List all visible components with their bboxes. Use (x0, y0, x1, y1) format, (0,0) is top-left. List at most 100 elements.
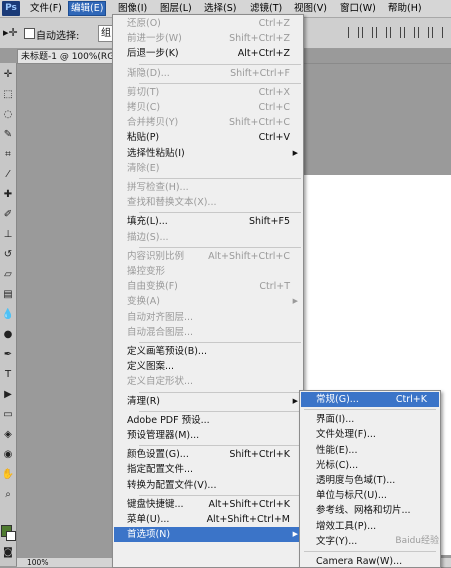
brush-tool-icon[interactable]: ✐ (0, 207, 16, 223)
auto-select-checkbox[interactable] (24, 28, 35, 39)
auto-select-label: 自动选择: (36, 31, 80, 42)
menu-item-定义图案[interactable]: 定义图案... (114, 359, 302, 374)
menu-item-单位与标尺[interactable]: 单位与标尺(U)... (301, 488, 439, 503)
menu-item-界面[interactable]: 界面(I)... (301, 412, 439, 427)
menu-item-后退一步[interactable]: 后退一步(K) Alt+Ctrl+Z (114, 46, 302, 61)
menu-item-label: 参考线、网格和切片... (316, 505, 411, 517)
menu-separator (139, 82, 301, 84)
menu-item-label: 指定配置文件... (127, 464, 194, 476)
background-color-swatch[interactable] (6, 531, 16, 541)
menu-item-透明度与色域[interactable]: 透明度与色域(T)... (301, 473, 439, 488)
menu-item-定义自定形状[interactable]: 定义自定形状... (114, 374, 302, 389)
path-select-icon[interactable]: ▶ (0, 387, 16, 403)
eyedropper-tool-icon[interactable]: ⁄ (0, 167, 16, 183)
align-icon[interactable] (348, 27, 359, 38)
menu-item-选择性粘贴[interactable]: 选择性粘贴(I) ▶ (114, 146, 302, 161)
menu-item-label: 查找和替换文本(X)... (127, 197, 217, 209)
align-icon[interactable] (362, 27, 373, 38)
healing-brush-icon[interactable]: ✚ (0, 187, 16, 203)
align-icon[interactable] (404, 27, 415, 38)
menu-item-粘贴[interactable]: 粘贴(P) Ctrl+V (114, 130, 302, 145)
menu-item-光标[interactable]: 光标(C)... (301, 458, 439, 473)
menu-item-label: 还原(O) (127, 18, 161, 29)
edit-menu: 还原(O) Ctrl+Z 前进一步(W) Shift+Ctrl+Z 后退一步(K) Alt… (112, 14, 304, 568)
menu-item-拷贝[interactable]: 拷贝(C) Ctrl+C (114, 100, 302, 115)
menu-item-填充[interactable]: 填充(L)... Shift+F5 (114, 214, 302, 229)
zoom-tool-icon[interactable]: ⌕ (0, 487, 16, 503)
move-tool-icon[interactable]: ✛ (0, 67, 16, 83)
menu-item-渐隐[interactable]: 渐隐(D)... Shift+Ctrl+F (114, 66, 302, 81)
align-icon[interactable] (418, 27, 429, 38)
menu-item-参考线-网格和切片[interactable]: 参考线、网格和切片... (301, 503, 439, 518)
document-tab[interactable]: 未标题-1 @ 100%(RGB/8) (17, 49, 118, 64)
3d-camera-icon[interactable]: ◉ (0, 447, 16, 463)
quick-select-tool-icon[interactable]: ✎ (0, 127, 16, 143)
menu-item-性能[interactable]: 性能(E)... (301, 443, 439, 458)
menu-separator (139, 391, 301, 393)
align-icon[interactable] (432, 27, 443, 38)
shape-tool-icon[interactable]: ▭ (0, 407, 16, 423)
menu-item-shortcut: Shift+F5 (248, 216, 290, 228)
menu-item-label: 渐隐(D)... (127, 67, 170, 79)
dodge-tool-icon[interactable]: ● (0, 327, 16, 343)
menu-item-变换[interactable]: 变换(A) ▶ (114, 294, 302, 309)
menu-item-预设管理器[interactable]: 预设管理器(M)... (114, 428, 302, 443)
menu-item-剪切[interactable]: 剪切(T) Ctrl+X (114, 85, 302, 100)
move-tool-icon[interactable]: ▸✛ (3, 26, 18, 39)
3d-rotate-icon[interactable]: ◈ (0, 427, 16, 443)
menu-file[interactable]: 文件(F) (28, 2, 64, 15)
menu-item-label: 颜色设置(G)... (127, 449, 189, 461)
menu-item-颜色设置[interactable]: 颜色设置(G)... Shift+Ctrl+K (114, 447, 302, 462)
menu-item-清除[interactable]: 清除(E) (114, 161, 302, 176)
menu-item-自动对齐图层[interactable]: 自动对齐图层... (114, 310, 302, 325)
menu-item-前进一步[interactable]: 前进一步(W) Shift+Ctrl+Z (114, 31, 302, 46)
menu-item-指定配置文件[interactable]: 指定配置文件... (114, 462, 302, 477)
history-brush-icon[interactable]: ↺ (0, 247, 16, 263)
menu-item-shortcut: Ctrl+T (259, 281, 290, 293)
menu-item-菜单[interactable]: 菜单(U)... Alt+Shift+Ctrl+M (114, 512, 302, 527)
lasso-tool-icon[interactable]: ◌ (0, 107, 16, 123)
menu-window[interactable]: 窗口(W) (338, 2, 378, 15)
menu-item-操控变形[interactable]: 操控变形 (114, 264, 302, 279)
type-tool-icon[interactable]: T (0, 367, 16, 383)
menu-item-label: 首选项(N) (127, 529, 171, 541)
crop-tool-icon[interactable]: ⌗ (0, 147, 16, 163)
menu-item-定义画笔预设[interactable]: 定义画笔预设(B)... (114, 344, 302, 359)
menu-item-转换为配置文件[interactable]: 转换为配置文件(V)... (114, 478, 302, 493)
pen-tool-icon[interactable]: ✒ (0, 347, 16, 363)
eraser-tool-icon[interactable]: ▱ (0, 267, 16, 283)
align-icon[interactable] (390, 27, 401, 38)
menu-item-shortcut: Ctrl+C (258, 102, 291, 113)
menu-item-自由变换[interactable]: 自由变换(F) Ctrl+T (114, 279, 302, 294)
menu-item-描边[interactable]: 描边(S)... (114, 230, 302, 245)
menu-item-文件处理[interactable]: 文件处理(F)... (301, 427, 439, 442)
menu-item-合并拷贝[interactable]: 合并拷贝(Y) Shift+Ctrl+C (114, 115, 302, 130)
blur-tool-icon[interactable]: 💧 (0, 307, 16, 323)
menu-item-键盘快捷键[interactable]: 键盘快捷键... Alt+Shift+Ctrl+K (114, 497, 302, 512)
menu-item-增效工具[interactable]: 增效工具(P)... (301, 519, 439, 534)
menu-item-自动混合图层[interactable]: 自动混合图层... (114, 325, 302, 340)
menu-edit[interactable]: 编辑(E) (68, 1, 107, 16)
menu-item-查找和替换文本[interactable]: 查找和替换文本(X)... (114, 195, 302, 210)
menu-item-adobe-pdf-预设[interactable]: Adobe PDF 预设... (114, 413, 302, 428)
submenu-arrow-icon: ▶ (292, 396, 298, 405)
marquee-tool-icon[interactable]: ⬚ (0, 87, 16, 103)
menu-item-label: 定义图案... (127, 361, 175, 373)
hand-tool-icon[interactable]: ✋ (0, 467, 16, 483)
menu-item-清理[interactable]: 清理(R) ▶ (114, 394, 302, 409)
menu-item-常规[interactable]: 常规(G)... Ctrl+K (301, 392, 439, 407)
clone-stamp-icon[interactable]: ⊥ (0, 227, 16, 243)
menu-item-label: 增效工具(P)... (316, 520, 377, 532)
menu-item-label: 键盘快捷键... (127, 498, 184, 510)
align-icon[interactable] (376, 27, 387, 38)
menu-item-首选项[interactable]: 首选项(N) ▶ (114, 527, 302, 543)
menu-separator (304, 409, 436, 411)
menu-item-还原[interactable]: 还原(O) Ctrl+Z (114, 16, 302, 31)
gradient-tool-icon[interactable]: ▤ (0, 287, 16, 303)
menu-item-内容识别比例[interactable]: 内容识别比例 Alt+Shift+Ctrl+C (114, 249, 302, 264)
quick-mask-icon[interactable]: ◙ (0, 545, 16, 561)
menu-help[interactable]: 帮助(H) (386, 2, 424, 15)
menu-item-shortcut: Shift+Ctrl+Z (229, 33, 290, 45)
submenu-arrow-icon: ▶ (292, 148, 298, 157)
menu-item-拼写检查[interactable]: 拼写检查(H)... (114, 180, 302, 195)
